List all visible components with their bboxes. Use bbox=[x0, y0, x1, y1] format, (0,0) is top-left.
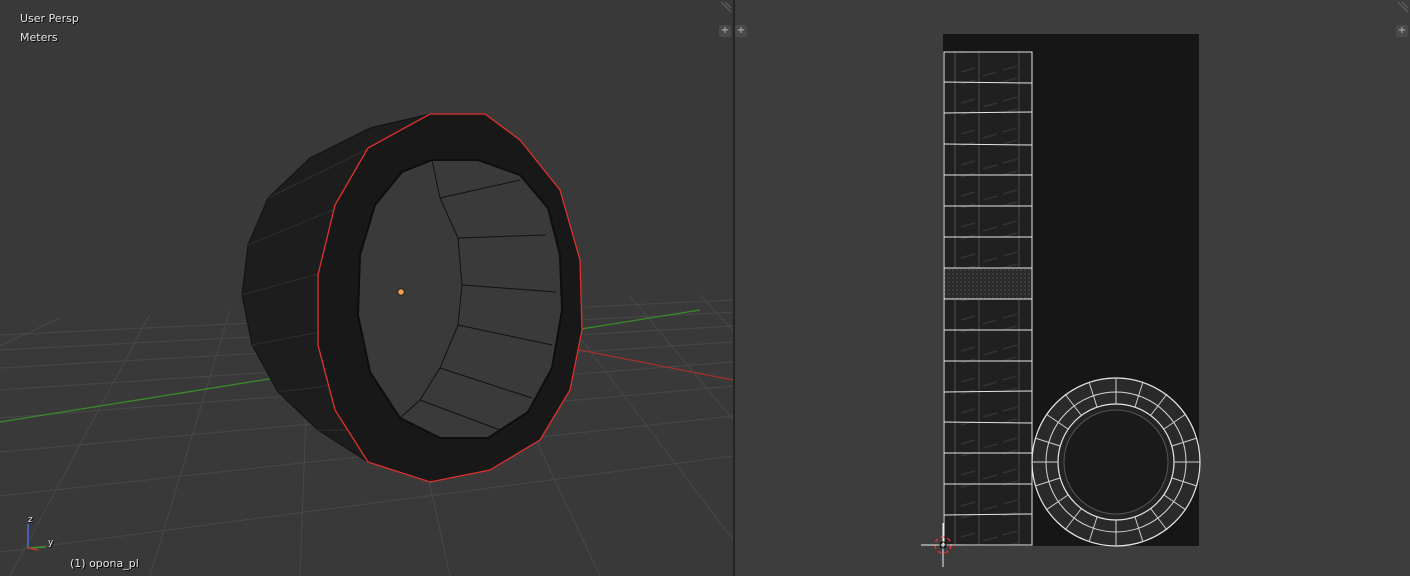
object-origin[interactable] bbox=[397, 288, 405, 296]
axis-gizmo bbox=[27, 524, 47, 551]
axis-gizmo-y-label: y bbox=[48, 538, 54, 548]
area-add-icon[interactable]: + bbox=[719, 25, 731, 37]
3d-scene[interactable] bbox=[0, 0, 733, 576]
uv-canvas[interactable] bbox=[735, 0, 1410, 576]
area-split-corner-icon[interactable] bbox=[719, 2, 731, 14]
units-label: Meters bbox=[20, 31, 58, 44]
uv-area-add-icon[interactable]: + bbox=[735, 25, 747, 37]
uv-area-add-right-icon[interactable]: + bbox=[1396, 25, 1408, 37]
axis-gizmo-z-label: z bbox=[28, 515, 33, 525]
uv-area-split-corner-icon[interactable] bbox=[1396, 2, 1408, 14]
uv-selected-face[interactable] bbox=[943, 267, 1033, 300]
view-name-label: User Persp bbox=[20, 12, 79, 25]
tire-inner-hole bbox=[356, 159, 564, 439]
3d-viewport[interactable]: User Persp Meters (1) opona_pl z y + bbox=[0, 0, 734, 576]
blender-window: User Persp Meters (1) opona_pl z y + + + bbox=[0, 0, 1410, 576]
uv-image-editor[interactable]: + + bbox=[735, 0, 1410, 576]
active-object-label: (1) opona_pl bbox=[70, 557, 139, 570]
